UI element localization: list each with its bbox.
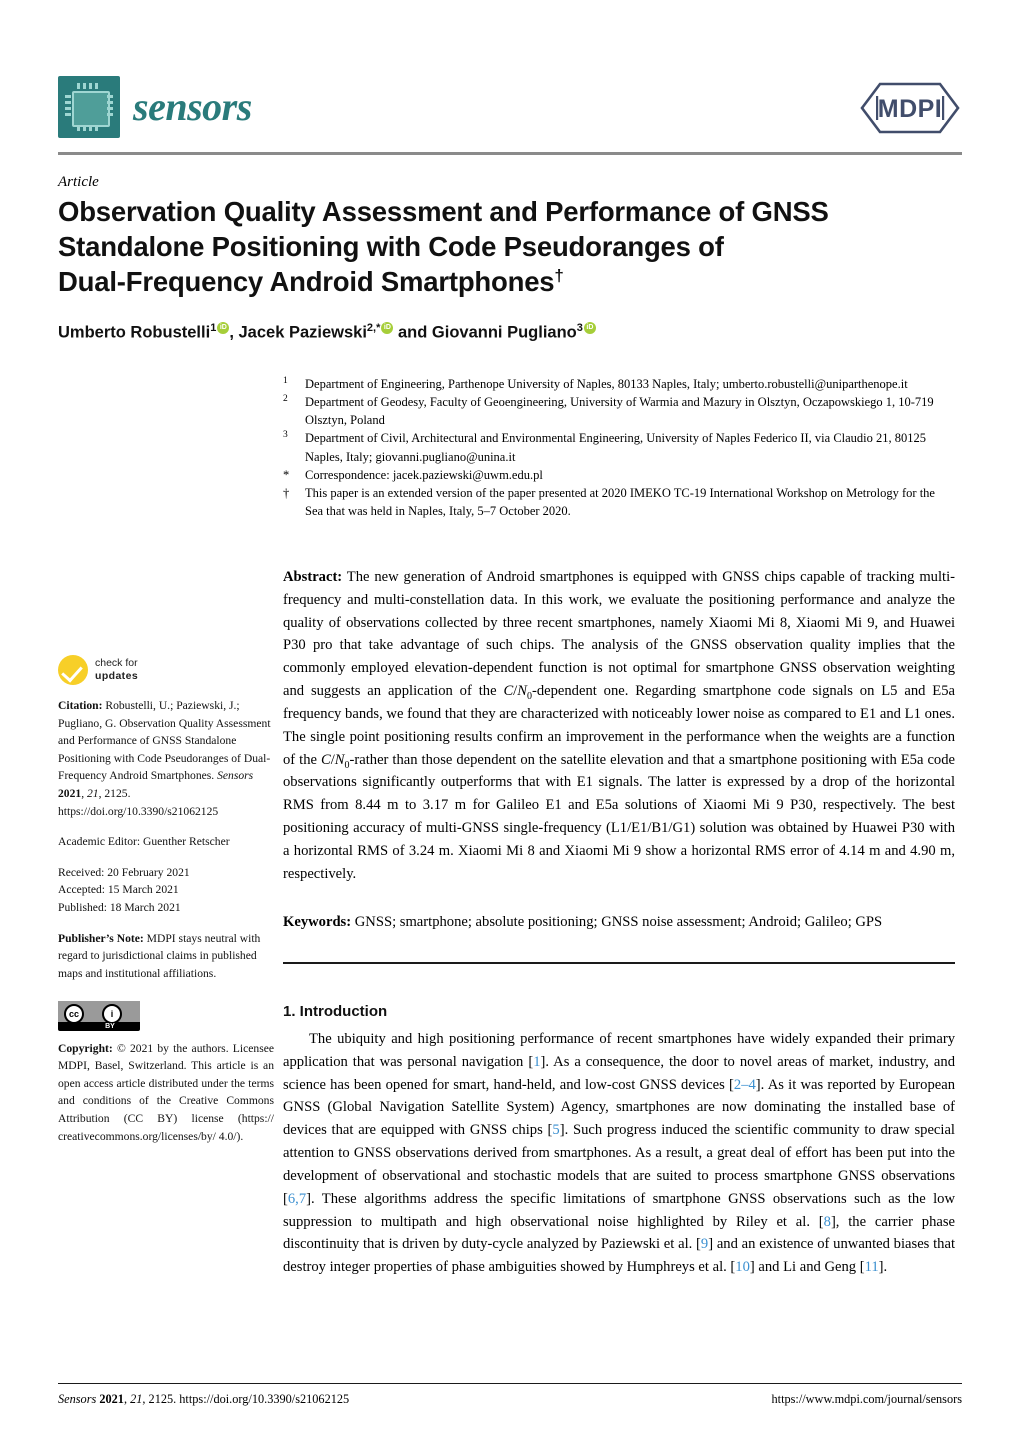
page-title: Observation Quality Assessment and Perfo… — [58, 194, 938, 300]
abstract-part-1: The new generation of Android smartphone… — [283, 569, 955, 700]
affiliation-row: 3 Department of Civil, Architectural and… — [283, 429, 955, 465]
citation-link[interactable]: 2–4 — [734, 1077, 756, 1093]
abstract-formula-2-n: N — [334, 751, 345, 768]
dagger-note-text: This paper is an extended version of the… — [305, 485, 935, 518]
citation-journal: Sensors — [217, 769, 254, 783]
page-header: sensors MDPI — [58, 76, 962, 154]
abstract-formula-1-n: N — [517, 683, 527, 700]
footer-citation: Sensors 2021, 21, 2125. https://doi.org/… — [58, 1392, 350, 1406]
affiliation-marker: 1 — [283, 376, 288, 386]
article-type-label: Article — [58, 174, 99, 190]
publishers-note: Publisher’s Note: MDPI stays neutral wit… — [58, 930, 274, 983]
footer-journal: Sensors — [58, 1392, 97, 1406]
orcid-icon[interactable] — [217, 321, 230, 334]
title-line-3: Dual-Frequency Android Smartphones — [58, 266, 555, 298]
cc-by-label: BY — [105, 1022, 115, 1030]
abstract-block: Abstract: The new generation of Android … — [283, 566, 955, 886]
citation-link[interactable]: 8 — [824, 1214, 831, 1230]
affiliation-marker: 2 — [283, 394, 288, 405]
citation-link[interactable]: 5 — [552, 1122, 559, 1138]
author-affiliation-marker-1: 1 — [210, 322, 217, 334]
journal-logo: sensors — [58, 76, 252, 138]
left-sidebar: check for updates Citation: Robustelli, … — [58, 655, 274, 1158]
author-conjunction: and — [393, 323, 432, 342]
correspondence-text[interactable]: Correspondence: jacek.paziewski@uwm.edu.… — [305, 466, 955, 484]
footer-volume: 21 — [130, 1392, 143, 1406]
copyright-label: Copyright: — [58, 1041, 113, 1055]
paper-page: sensors MDPI Article Observation Quality… — [0, 0, 1020, 1442]
author-list: Umberto Robustelli1, Jacek Paziewski2,* … — [58, 321, 948, 343]
affiliation-row: 2 Department of Geodesy, Faculty of Geoe… — [283, 393, 955, 429]
title-line-1: Observation Quality Assessment and Perfo… — [58, 196, 829, 227]
author-name-3[interactable]: Giovanni Pugliano — [432, 324, 577, 342]
keywords-text: GNSS; smartphone; absolute positioning; … — [351, 914, 883, 930]
accepted-date: Accepted: 15 March 2021 — [58, 883, 179, 897]
citation-link[interactable]: 11 — [865, 1259, 879, 1275]
publishers-note-label: Publisher’s Note: — [58, 931, 144, 945]
header-divider — [58, 152, 962, 155]
affiliations-block: 1 Department of Engineering, Parthenope … — [283, 375, 955, 520]
title-line-2: Standalone Positioning with Code Pseudor… — [58, 231, 724, 263]
citation-label: Citation: — [58, 699, 103, 712]
affiliation-text: Department of Engineering, Parthenope Un… — [305, 377, 908, 391]
dagger-note-marker: † — [283, 485, 290, 500]
citation-article-number: 2125 — [104, 787, 128, 801]
citation-year: 2021 — [58, 787, 82, 801]
abstract-part-3: -rather than those dependent on the sate… — [283, 751, 955, 882]
attribution-icon: i — [102, 1003, 122, 1024]
affiliation-text: Department of Geodesy, Faculty of Geoeng… — [305, 395, 934, 428]
check-for-updates-line-1: check for — [95, 657, 138, 670]
dates-block: Received: 20 February 2021 Accepted: 15 … — [58, 864, 274, 917]
citation-link[interactable]: 10 — [735, 1259, 750, 1275]
footer-journal-url[interactable]: https://www.mdpi.com/journal/sensors — [772, 1392, 962, 1407]
orcid-icon[interactable] — [381, 321, 394, 334]
affiliation-marker: 3 — [283, 430, 288, 441]
citation-link[interactable]: 1 — [533, 1054, 540, 1070]
check-for-updates-line-2: updates — [95, 670, 139, 682]
academic-editor: Academic Editor: Guenther Retscher — [58, 835, 230, 849]
abstract-formula-1-c: C — [503, 683, 514, 700]
mdpi-logo: MDPI — [858, 80, 962, 136]
dagger-note-row: † This paper is an extended version of t… — [283, 484, 955, 520]
correspondence-row: * Correspondence: jacek.paziewski@uwm.ed… — [283, 466, 955, 484]
page-footer: Sensors 2021, 21, 2125. https://doi.org/… — [58, 1392, 962, 1407]
abstract-label: Abstract: — [283, 569, 343, 585]
keywords-label: Keywords: — [283, 914, 352, 930]
author-name-2[interactable]: Jacek Paziewski — [238, 324, 366, 342]
checkmark-icon — [58, 655, 88, 685]
cc-icon: cc — [64, 1003, 84, 1024]
abstract-divider — [283, 962, 955, 964]
correspondence-marker: * — [283, 467, 290, 482]
citation-link[interactable]: 6,7 — [288, 1191, 306, 1207]
svg-text:MDPI: MDPI — [878, 95, 943, 123]
author-affiliation-marker-3: 3 — [576, 322, 583, 334]
received-date: Received: 20 February 2021 — [58, 865, 190, 879]
citation-link[interactable]: 9 — [701, 1236, 708, 1252]
introduction-paragraph: The ubiquity and high positioning perfor… — [283, 1031, 956, 1276]
citation-block: Citation: Robustelli, U.; Paziewski, J.;… — [58, 699, 271, 818]
check-for-updates-badge[interactable]: check for updates — [58, 655, 274, 685]
footer-divider — [58, 1383, 962, 1385]
footer-year: 2021 — [99, 1392, 124, 1406]
author-affiliation-marker-2: 2,* — [366, 322, 381, 334]
keywords-block: Keywords: GNSS; smartphone; absolute pos… — [283, 912, 955, 934]
orcid-icon[interactable] — [583, 321, 596, 334]
citation-doi[interactable]: https://doi.org/10.3390/s21062125 — [58, 805, 218, 818]
section-heading-introduction: 1. Introduction — [283, 1003, 388, 1020]
published-date: Published: 18 March 2021 — [58, 901, 181, 915]
chip-icon — [58, 76, 120, 138]
affiliation-row: 1 Department of Engineering, Parthenope … — [283, 375, 955, 393]
journal-title: sensors — [133, 84, 252, 129]
title-dagger: † — [554, 266, 564, 286]
creative-commons-badge-icon[interactable]: cc i BY — [58, 1000, 140, 1031]
author-name-1[interactable]: Umberto Robustelli — [58, 324, 210, 342]
footer-citation-rest: , 2125. https://doi.org/10.3390/s2106212… — [142, 1392, 350, 1406]
copyright-text: © 2021 by the authors. Licensee MDPI, Ba… — [58, 1041, 274, 1143]
affiliation-text: Department of Civil, Architectural and E… — [305, 431, 927, 464]
abstract-formula-2-c: C — [321, 751, 331, 768]
copyright-block: Copyright: © 2021 by the authors. Licens… — [58, 1040, 274, 1146]
citation-volume: 21 — [86, 787, 99, 801]
